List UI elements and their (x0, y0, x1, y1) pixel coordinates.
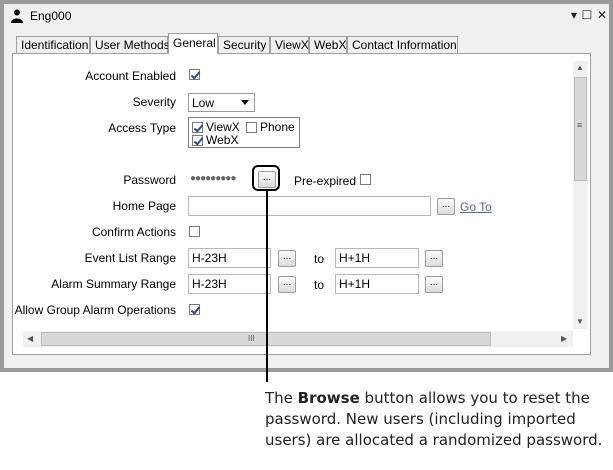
tab-user-methods[interactable]: User Methods (90, 36, 170, 53)
confirm-actions-checkbox[interactable] (189, 226, 200, 237)
tab-general[interactable]: General (168, 33, 218, 54)
event-list-from-input[interactable]: H-23H (188, 248, 271, 268)
password-label: Password (123, 173, 176, 187)
account-enabled-checkbox[interactable] (189, 69, 200, 80)
title-bar: Eng000 ▾ ☐ ✕ (4, 4, 609, 30)
tab-security[interactable]: Security (218, 36, 270, 53)
severity-value: Low (192, 96, 215, 110)
alarm-summary-from-input[interactable]: H-23H (188, 274, 271, 294)
window-title: Eng000 (30, 9, 72, 23)
password-value: ●●●●●●●●● (190, 173, 236, 184)
account-enabled-label: Account Enabled (85, 69, 176, 83)
access-viewx-label: ViewX (206, 120, 240, 134)
maximize-icon[interactable]: ☐ (579, 7, 595, 23)
scroll-down-icon[interactable]: ▼ (576, 317, 584, 326)
severity-select[interactable]: Low (188, 93, 255, 112)
tab-viewx[interactable]: ViewX (270, 36, 309, 53)
home-page-input[interactable] (188, 196, 431, 216)
horizontal-scrollbar[interactable]: ◀ III ▶ (23, 331, 573, 347)
vertical-scroll-thumb[interactable]: ≡ (574, 77, 587, 181)
close-icon[interactable]: ✕ (594, 7, 610, 23)
tab-contact-information[interactable]: Contact Information (347, 36, 458, 53)
access-webx-label: WebX (206, 133, 239, 147)
alarm-summary-range-label: Alarm Summary Range (51, 277, 176, 291)
tab-webx[interactable]: WebX (309, 36, 347, 53)
access-phone-label: Phone (260, 120, 295, 134)
go-to-link[interactable]: Go To (460, 200, 492, 214)
chevron-down-icon (241, 100, 249, 105)
callout-line (266, 190, 268, 382)
access-phone-checkbox[interactable] (246, 122, 257, 133)
event-list-to-input[interactable]: H+1H (335, 248, 419, 268)
confirm-actions-label: Confirm Actions (91, 225, 176, 239)
allow-group-alarm-checkbox[interactable] (189, 304, 200, 315)
scroll-up-icon[interactable]: ▲ (576, 63, 584, 72)
access-type-list: ViewX Phone WebX (188, 117, 300, 148)
callout-bold: Browse (297, 389, 360, 407)
scroll-right-icon[interactable]: ▶ (561, 334, 567, 343)
callout-highlight (252, 165, 280, 191)
alarm-summary-to-label: to (314, 278, 325, 292)
access-webx-checkbox[interactable] (192, 135, 203, 146)
grip-icon: III (248, 334, 255, 343)
access-type-label: Access Type (108, 121, 176, 135)
pre-expired-label: Pre-expired (294, 174, 357, 188)
access-viewx-checkbox[interactable] (192, 122, 203, 133)
allow-group-alarm-label: Allow Group Alarm Operations (14, 303, 176, 317)
home-page-label: Home Page (112, 199, 176, 213)
severity-label: Severity (132, 95, 176, 109)
user-icon (11, 9, 23, 23)
grip-icon: ≡ (577, 120, 583, 130)
tab-identification[interactable]: Identification (16, 36, 90, 53)
event-list-to-browse-button[interactable]: ... (425, 250, 443, 267)
alarm-summary-from-browse-button[interactable]: ... (278, 276, 296, 293)
home-page-browse-button[interactable]: ... (437, 198, 455, 215)
callout-prefix: The (265, 389, 298, 407)
callout-text: The Browse button allows you to reset th… (265, 388, 605, 451)
event-list-to-label: to (314, 252, 325, 266)
alarm-summary-to-input[interactable]: H+1H (335, 274, 419, 294)
event-list-range-label: Event List Range (84, 251, 176, 265)
pre-expired-checkbox[interactable] (360, 174, 371, 185)
event-list-from-browse-button[interactable]: ... (278, 250, 296, 267)
scroll-left-icon[interactable]: ◀ (27, 334, 33, 343)
vertical-scrollbar[interactable]: ▲ ≡ ▼ (573, 61, 588, 329)
alarm-summary-to-browse-button[interactable]: ... (425, 276, 443, 293)
